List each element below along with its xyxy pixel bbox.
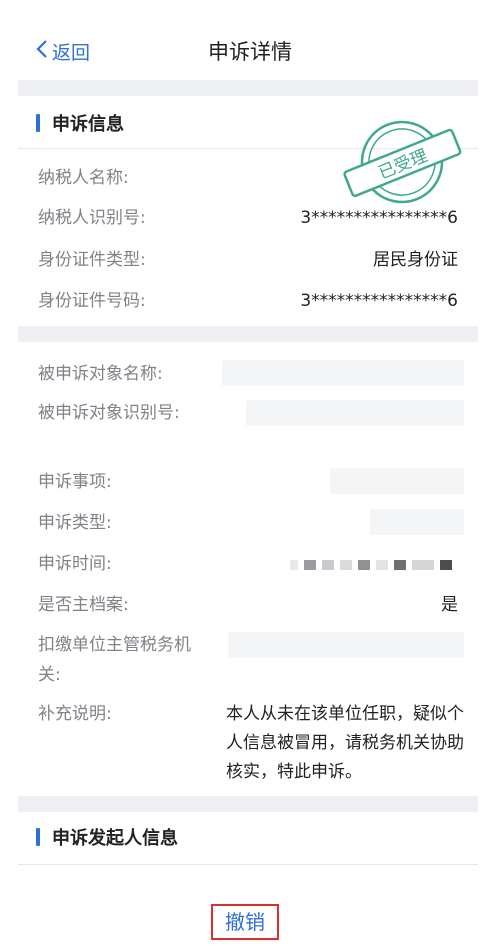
taxpayer-name-label: 纳税人名称: bbox=[38, 168, 129, 188]
target-name-label: 被申诉对象名称: bbox=[38, 364, 163, 384]
section-divider bbox=[18, 796, 478, 812]
page-title: 申诉详情 bbox=[208, 40, 292, 64]
main-file-label: 是否主档案: bbox=[38, 595, 129, 615]
note-label: 补充说明: bbox=[38, 704, 112, 724]
target-id-label: 被申诉对象识别号: bbox=[38, 403, 180, 423]
section-heading-label: 申诉信息 bbox=[52, 114, 124, 135]
section-divider bbox=[18, 80, 478, 96]
doc-number-label: 身份证件号码: bbox=[38, 291, 146, 311]
accepted-stamp: 已受理 bbox=[336, 112, 468, 212]
taxpayer-id-label: 纳税人识别号: bbox=[38, 208, 146, 228]
redacted-time-value bbox=[290, 560, 458, 570]
main-file-value: 是 bbox=[441, 595, 458, 615]
redacted-value bbox=[246, 400, 464, 426]
complaint-time-label: 申诉时间: bbox=[38, 554, 112, 574]
doc-type-value: 居民身份证 bbox=[373, 250, 458, 270]
cancel-complaint-button[interactable]: 撤销 bbox=[211, 904, 279, 940]
doc-number-value: 3****************6 bbox=[300, 291, 458, 311]
navigation-bar: 返回 申诉详情 bbox=[0, 0, 500, 80]
redacted-value bbox=[222, 360, 464, 386]
section-heading-initiator-info[interactable]: 申诉发起人信息 bbox=[36, 824, 178, 850]
redacted-value bbox=[228, 632, 464, 658]
divider-line bbox=[18, 864, 478, 865]
doc-type-label: 身份证件类型: bbox=[38, 250, 146, 270]
matter-label: 申诉事项: bbox=[38, 472, 112, 492]
section-marker bbox=[36, 828, 40, 846]
authority-label: 扣缴单位主管税务机关: bbox=[38, 635, 191, 685]
section-divider bbox=[18, 326, 478, 342]
section-heading-label: 申诉发起人信息 bbox=[52, 828, 178, 849]
complaint-type-label: 申诉类型: bbox=[38, 513, 112, 533]
note-value: 本人从未在该单位任职，疑似个人信息被冒用，请税务机关协助核实，特此申诉。 bbox=[226, 704, 464, 782]
redacted-value bbox=[330, 468, 464, 494]
redacted-value bbox=[370, 509, 464, 535]
section-heading-complaint-info: 申诉信息 bbox=[36, 110, 124, 136]
section-marker bbox=[36, 114, 40, 132]
taxpayer-id-value: 3****************6 bbox=[300, 208, 458, 228]
